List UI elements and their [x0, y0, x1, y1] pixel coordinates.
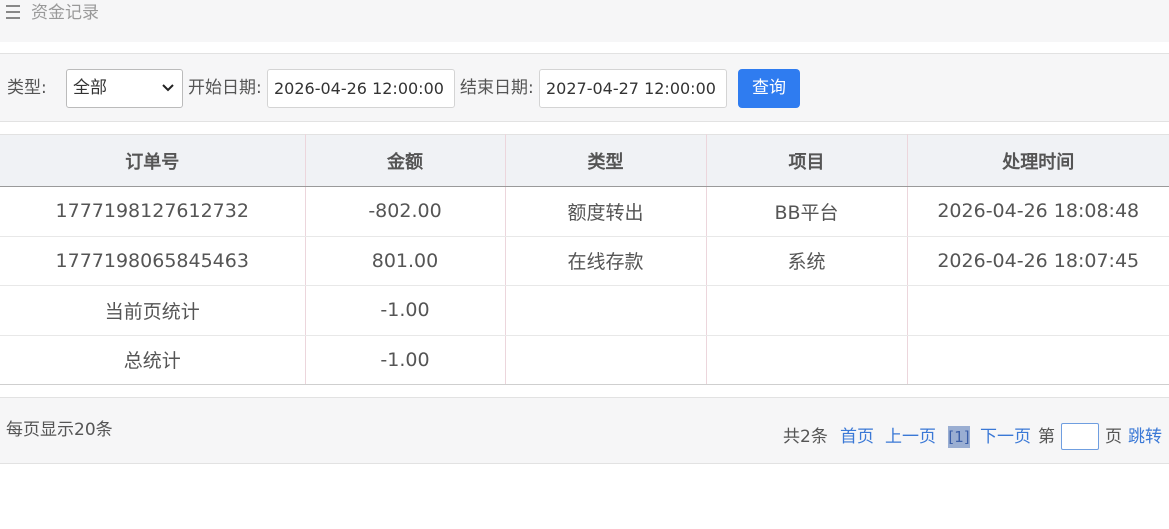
empty-cell: [706, 285, 908, 336]
column-header-order-no: 订单号: [0, 134, 306, 187]
time-cell: 2026-04-26 18:07:45: [907, 236, 1169, 286]
item-cell: 系统: [706, 236, 908, 286]
per-page-text: 每页显示20条: [6, 420, 113, 440]
end-date-input[interactable]: 2027-04-27 12:00:00: [539, 69, 727, 108]
start-date-input[interactable]: 2026-04-26 12:00:00: [267, 69, 455, 108]
page-title: 资金记录: [31, 3, 99, 23]
current-page-badge: [1]: [948, 426, 970, 448]
summary-label-cell: 总统计: [0, 335, 306, 385]
empty-cell: [505, 335, 707, 385]
chevron-down-icon: [162, 84, 174, 92]
prev-page-link[interactable]: 上一页: [885, 425, 936, 449]
fund-records-table: 订单号 金额 类型 项目 处理时间 1777198127612732 -802.…: [0, 134, 1169, 385]
total-summary-row: 总统计 -1.00: [0, 335, 1169, 385]
empty-cell: [907, 335, 1169, 385]
empty-cell: [907, 285, 1169, 336]
filter-bar: 类型: 全部 开始日期: 2026-04-26 12:00:00 结束日期: 2…: [0, 53, 1169, 122]
table-header-row: 订单号 金额 类型 项目 处理时间: [0, 134, 1169, 187]
column-header-amount: 金额: [305, 134, 506, 187]
empty-cell: [706, 335, 908, 385]
item-cell: BB平台: [706, 186, 908, 237]
empty-cell: [505, 285, 707, 336]
type-select[interactable]: 全部: [66, 69, 183, 108]
column-header-time: 处理时间: [907, 134, 1169, 187]
type-cell: 额度转出: [505, 186, 707, 237]
column-header-item: 项目: [706, 134, 908, 187]
amount-cell: 801.00: [305, 236, 506, 286]
time-cell: 2026-04-26 18:08:48: [907, 186, 1169, 237]
first-page-link[interactable]: 首页: [840, 425, 874, 449]
jump-link[interactable]: 跳转: [1128, 425, 1162, 449]
summary-label-cell: 当前页统计: [0, 285, 306, 336]
table-row: 1777198065845463 801.00 在线存款 系统 2026-04-…: [0, 236, 1169, 286]
summary-amount-cell: -1.00: [305, 285, 506, 336]
amount-cell: -802.00: [305, 186, 506, 237]
type-cell: 在线存款: [505, 236, 707, 286]
query-button[interactable]: 查询: [738, 69, 800, 108]
page-summary-row: 当前页统计 -1.00: [0, 285, 1169, 336]
order-no-cell: 1777198065845463: [0, 236, 306, 286]
hamburger-icon[interactable]: [6, 5, 20, 19]
page-prefix: 第: [1038, 427, 1055, 447]
summary-amount-cell: -1.00: [305, 335, 506, 385]
page-number-input[interactable]: [1061, 423, 1099, 450]
type-select-value: 全部: [73, 78, 107, 98]
order-no-cell: 1777198127612732: [0, 186, 306, 237]
column-header-type: 类型: [505, 134, 707, 187]
type-label: 类型:: [7, 78, 47, 98]
title-bar: 资金记录: [0, 0, 1169, 42]
pagination-bar: 每页显示20条 共2条 首页 上一页 [1] 下一页 第 页 跳转: [0, 397, 1169, 464]
page-suffix: 页: [1105, 427, 1122, 447]
start-date-label: 开始日期:: [188, 78, 262, 98]
end-date-label: 结束日期:: [460, 78, 534, 98]
table-row: 1777198127612732 -802.00 额度转出 BB平台 2026-…: [0, 186, 1169, 237]
next-page-link[interactable]: 下一页: [980, 425, 1031, 449]
total-count: 共2条: [783, 427, 828, 447]
